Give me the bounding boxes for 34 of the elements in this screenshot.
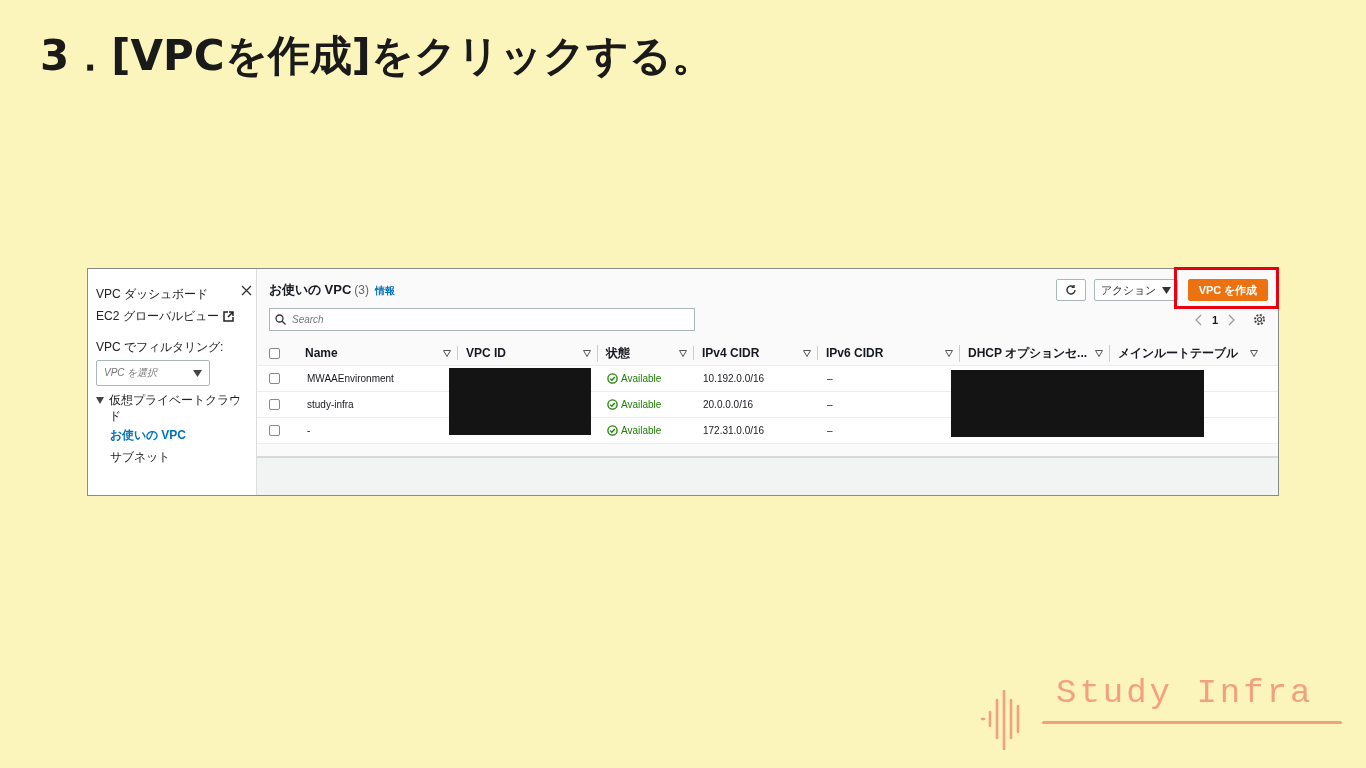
table-cell: study-infra bbox=[307, 399, 354, 410]
column-header[interactable]: VPC ID bbox=[466, 346, 506, 360]
column-header[interactable]: メインルートテーブル bbox=[1118, 344, 1238, 362]
table-cell: – bbox=[827, 399, 833, 410]
info-link[interactable]: 情報 bbox=[375, 285, 395, 296]
table-cell: 172.31.0.0/16 bbox=[703, 425, 765, 436]
column-header[interactable]: 状態 bbox=[606, 344, 630, 362]
table-cell: 20.0.0.0/16 bbox=[703, 399, 754, 410]
search-field[interactable]: Search bbox=[269, 308, 695, 331]
status-text: Available bbox=[621, 425, 662, 436]
column-header[interactable]: IPv6 CIDR bbox=[826, 346, 884, 360]
table-cell: – bbox=[827, 425, 833, 436]
actions-button[interactable]: アクション bbox=[1094, 279, 1178, 301]
table-title: お使いの VPC bbox=[269, 282, 352, 297]
vpc-select[interactable]: VPC を選択 bbox=[96, 360, 210, 386]
column-header[interactable]: IPv4 CIDR bbox=[702, 346, 760, 360]
table-cell: 10.192.0.0/16 bbox=[703, 373, 765, 384]
sidebar-link[interactable]: VPC ダッシュボード bbox=[96, 283, 234, 305]
status-text: Available bbox=[621, 399, 662, 410]
logo-text: Study Infra bbox=[1055, 673, 1315, 713]
item-count: (3) bbox=[354, 283, 369, 297]
sidebar-item[interactable]: お使いの VPC bbox=[96, 424, 256, 446]
table-cell: – bbox=[827, 373, 833, 384]
slide-title: 3．[VPCを作成]をクリックする。 bbox=[39, 30, 715, 82]
filter-label: VPC でフィルタリング: bbox=[96, 339, 225, 356]
table-cell: - bbox=[307, 425, 311, 436]
column-header[interactable]: DHCP オプションセ... bbox=[968, 344, 1088, 362]
column-header[interactable]: Name bbox=[305, 346, 338, 360]
status-text: Available bbox=[621, 373, 662, 384]
table-cell: MWAAEnvironment bbox=[307, 373, 394, 384]
sidebar-item[interactable]: サブネット bbox=[96, 446, 256, 468]
sidebar-link[interactable]: EC2 グローバルビュー bbox=[96, 305, 234, 327]
page-number[interactable]: 1 bbox=[1211, 313, 1218, 326]
section-heading[interactable]: 仮想プライベートクラウド bbox=[96, 392, 256, 424]
